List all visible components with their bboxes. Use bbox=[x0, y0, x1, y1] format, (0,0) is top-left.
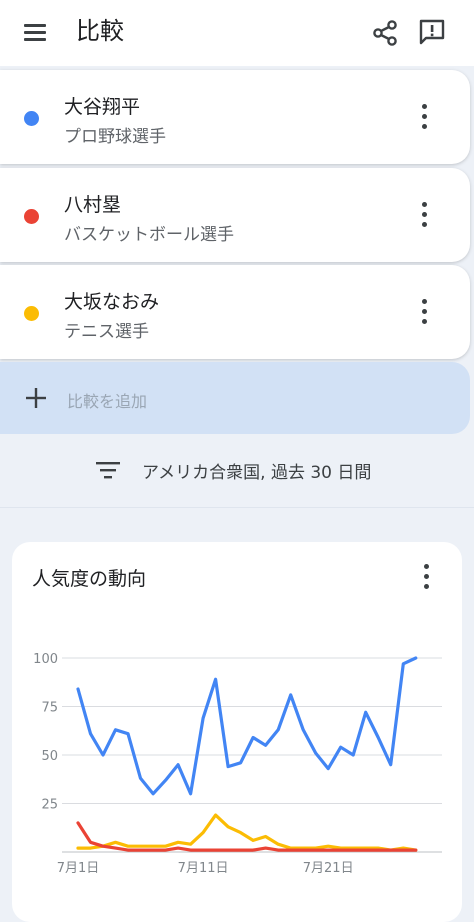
term-category: プロ野球選手 bbox=[64, 127, 166, 147]
interest-over-time-card: 人気度の動向 100 75 50 25 7月1日 7月11日 7月21日 bbox=[12, 542, 462, 922]
filter-list-icon bbox=[96, 458, 120, 482]
term-name: 八村塁 bbox=[64, 194, 122, 216]
y-tick-label: 75 bbox=[41, 701, 58, 716]
series-line-3 bbox=[76, 813, 418, 852]
term-card-3[interactable]: 大坂なおみ テニス選手 bbox=[0, 265, 470, 359]
share-icon[interactable] bbox=[370, 18, 400, 48]
interest-line-chart: 100 75 50 25 7月1日 7月11日 7月21日 bbox=[33, 652, 442, 876]
term-name: 大谷翔平 bbox=[64, 96, 141, 118]
y-tick-label: 100 bbox=[33, 652, 58, 667]
filter-label: アメリカ合衆国, 過去 30 日間 bbox=[142, 463, 372, 483]
term-category: バスケットボール選手 bbox=[64, 225, 234, 245]
term-category: テニス選手 bbox=[64, 322, 149, 342]
term-color-dot bbox=[24, 306, 39, 321]
y-tick-label: 50 bbox=[41, 749, 58, 764]
add-comparison-placeholder: 比較を追加 bbox=[67, 392, 148, 411]
term-card-1[interactable]: 大谷翔平 プロ野球選手 bbox=[0, 70, 470, 164]
menu-icon[interactable] bbox=[22, 22, 50, 44]
feedback-icon[interactable] bbox=[416, 16, 448, 48]
more-vert-icon[interactable] bbox=[410, 102, 440, 132]
x-tick-label: 7月11日 bbox=[178, 861, 229, 876]
add-comparison-field[interactable]: 比較を追加 bbox=[0, 362, 470, 434]
more-vert-icon[interactable] bbox=[410, 200, 440, 230]
plus-icon bbox=[24, 386, 48, 410]
term-color-dot bbox=[24, 209, 39, 224]
page-title: 比較 bbox=[76, 17, 124, 45]
divider bbox=[0, 507, 474, 508]
term-color-dot bbox=[24, 111, 39, 126]
more-vert-icon[interactable] bbox=[410, 297, 440, 327]
x-tick-label: 7月1日 bbox=[57, 861, 100, 876]
top-app-bar: 比較 bbox=[0, 0, 474, 66]
term-name: 大坂なおみ bbox=[64, 291, 160, 313]
series-line-1 bbox=[76, 656, 418, 796]
y-tick-label: 25 bbox=[41, 798, 58, 813]
region-time-filter[interactable]: アメリカ合衆国, 過去 30 日間 bbox=[0, 444, 474, 496]
term-card-2[interactable]: 八村塁 バスケットボール選手 bbox=[0, 168, 470, 262]
x-tick-label: 7月21日 bbox=[303, 861, 354, 876]
